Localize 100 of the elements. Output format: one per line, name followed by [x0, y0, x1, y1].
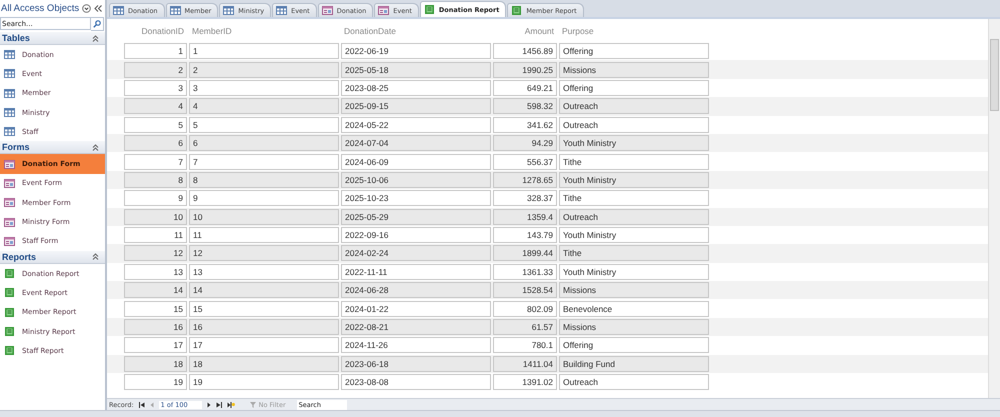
- text-field[interactable]: 1528.54: [493, 282, 557, 298]
- text-field[interactable]: 61.57: [493, 319, 557, 336]
- text-field[interactable]: 7: [124, 154, 187, 170]
- text-field[interactable]: 1411.04: [493, 356, 557, 372]
- text-field[interactable]: 3: [124, 80, 187, 96]
- collapse-icon[interactable]: [92, 144, 99, 151]
- text-field[interactable]: 6: [124, 135, 187, 152]
- text-field[interactable]: 1359.4: [493, 208, 557, 225]
- collapse-icon[interactable]: [92, 253, 99, 260]
- text-field[interactable]: 11: [189, 227, 339, 244]
- text-field[interactable]: 328.37: [493, 190, 557, 206]
- text-field[interactable]: Outreach: [559, 98, 709, 114]
- new-record-icon[interactable]: [226, 402, 235, 408]
- text-field[interactable]: 2023-08-08: [341, 374, 491, 390]
- text-field[interactable]: 2024-02-24: [341, 245, 491, 262]
- text-field[interactable]: 1: [124, 43, 187, 60]
- text-field[interactable]: 10: [124, 208, 187, 225]
- text-field[interactable]: 5: [124, 116, 187, 133]
- text-field[interactable]: 2022-06-19: [341, 43, 491, 60]
- text-field[interactable]: 17: [189, 337, 339, 354]
- text-field[interactable]: 3: [189, 80, 339, 96]
- text-field[interactable]: 15: [189, 300, 339, 317]
- text-field[interactable]: 9: [189, 190, 339, 206]
- text-field[interactable]: 14: [124, 282, 187, 298]
- text-field[interactable]: Missions: [559, 62, 709, 78]
- text-field[interactable]: 143.79: [493, 227, 557, 244]
- text-field[interactable]: 13: [124, 264, 187, 280]
- text-field[interactable]: Offering: [559, 80, 709, 96]
- text-field[interactable]: Outreach: [559, 116, 709, 133]
- text-field[interactable]: 2024-06-28: [341, 282, 491, 298]
- text-field[interactable]: 802.09: [493, 300, 557, 317]
- group-header[interactable]: Tables: [0, 32, 105, 45]
- text-field[interactable]: 556.37: [493, 154, 557, 170]
- text-field[interactable]: 5: [189, 116, 339, 133]
- text-field[interactable]: 12: [124, 245, 187, 262]
- text-field[interactable]: 2025-09-15: [341, 98, 491, 114]
- text-field[interactable]: 16: [189, 319, 339, 336]
- text-field[interactable]: 1: [189, 43, 339, 60]
- text-field[interactable]: 11: [124, 227, 187, 244]
- text-field[interactable]: 17: [124, 337, 187, 354]
- text-field[interactable]: 18: [189, 356, 339, 372]
- text-field[interactable]: Missions: [559, 282, 709, 298]
- text-field[interactable]: 2025-05-18: [341, 62, 491, 78]
- text-field[interactable]: 2022-08-21: [341, 319, 491, 336]
- text-field[interactable]: 94.29: [493, 135, 557, 152]
- text-field[interactable]: 8: [189, 172, 339, 188]
- text-field[interactable]: 16: [124, 319, 187, 336]
- text-field[interactable]: Building Fund: [559, 356, 709, 372]
- group-header[interactable]: Forms: [0, 141, 105, 154]
- text-field[interactable]: 780.1: [493, 337, 557, 354]
- text-field[interactable]: 15: [124, 300, 187, 317]
- text-field[interactable]: 12: [189, 245, 339, 262]
- last-record-icon[interactable]: [216, 402, 222, 408]
- text-field[interactable]: 1278.65: [493, 172, 557, 188]
- text-field[interactable]: Tithe: [559, 154, 709, 170]
- text-field[interactable]: 2024-07-04: [341, 135, 491, 152]
- text-field[interactable]: Tithe: [559, 245, 709, 262]
- text-field[interactable]: 2: [124, 62, 187, 78]
- next-record-icon[interactable]: [206, 402, 211, 408]
- text-field[interactable]: 2024-05-22: [341, 116, 491, 133]
- text-field[interactable]: 2023-08-25: [341, 80, 491, 96]
- text-field[interactable]: 18: [124, 356, 187, 372]
- text-field[interactable]: 1361.33: [493, 264, 557, 280]
- text-field[interactable]: Offering: [559, 43, 709, 60]
- text-field[interactable]: 2022-11-11: [341, 264, 491, 280]
- text-field[interactable]: 341.62: [493, 116, 557, 133]
- text-field[interactable]: 2: [189, 62, 339, 78]
- text-field[interactable]: 1456.89: [493, 43, 557, 60]
- text-field[interactable]: Benevolence: [559, 300, 709, 317]
- text-field[interactable]: 2025-05-29: [341, 208, 491, 225]
- text-field[interactable]: 19: [189, 374, 339, 390]
- text-field[interactable]: 8: [124, 172, 187, 188]
- group-header[interactable]: Reports: [0, 250, 105, 264]
- text-field[interactable]: Offering: [559, 337, 709, 354]
- first-record-icon[interactable]: [138, 402, 145, 408]
- text-field[interactable]: 9: [124, 190, 187, 206]
- text-field[interactable]: 2022-09-16: [341, 227, 491, 244]
- vertical-scrollbar[interactable]: [988, 19, 1000, 398]
- text-field[interactable]: 10: [189, 208, 339, 225]
- text-field[interactable]: 4: [189, 98, 339, 114]
- text-field[interactable]: 2024-11-26: [341, 337, 491, 354]
- text-field[interactable]: 2024-06-09: [341, 154, 491, 170]
- collapse-pane-icon[interactable]: [94, 5, 102, 12]
- text-field[interactable]: 4: [124, 98, 187, 114]
- text-field[interactable]: Youth Ministry: [559, 264, 709, 280]
- pane-title[interactable]: All Access Objects: [1, 3, 80, 14]
- text-field[interactable]: 1391.02: [493, 374, 557, 390]
- text-field[interactable]: 1899.44: [493, 245, 557, 262]
- text-field[interactable]: Youth Ministry: [559, 135, 709, 152]
- text-field[interactable]: 14: [189, 282, 339, 298]
- text-field[interactable]: Outreach: [559, 374, 709, 390]
- text-field[interactable]: 2025-10-06: [341, 172, 491, 188]
- dropdown-icon[interactable]: [82, 4, 92, 13]
- text-field[interactable]: Youth Ministry: [559, 227, 709, 244]
- text-field[interactable]: 6: [189, 135, 339, 152]
- text-field[interactable]: 19: [124, 374, 187, 390]
- text-field[interactable]: 649.21: [493, 80, 557, 96]
- text-field[interactable]: 598.32: [493, 98, 557, 114]
- text-field[interactable]: 2025-10-23: [341, 190, 491, 206]
- search-icon[interactable]: [91, 16, 104, 30]
